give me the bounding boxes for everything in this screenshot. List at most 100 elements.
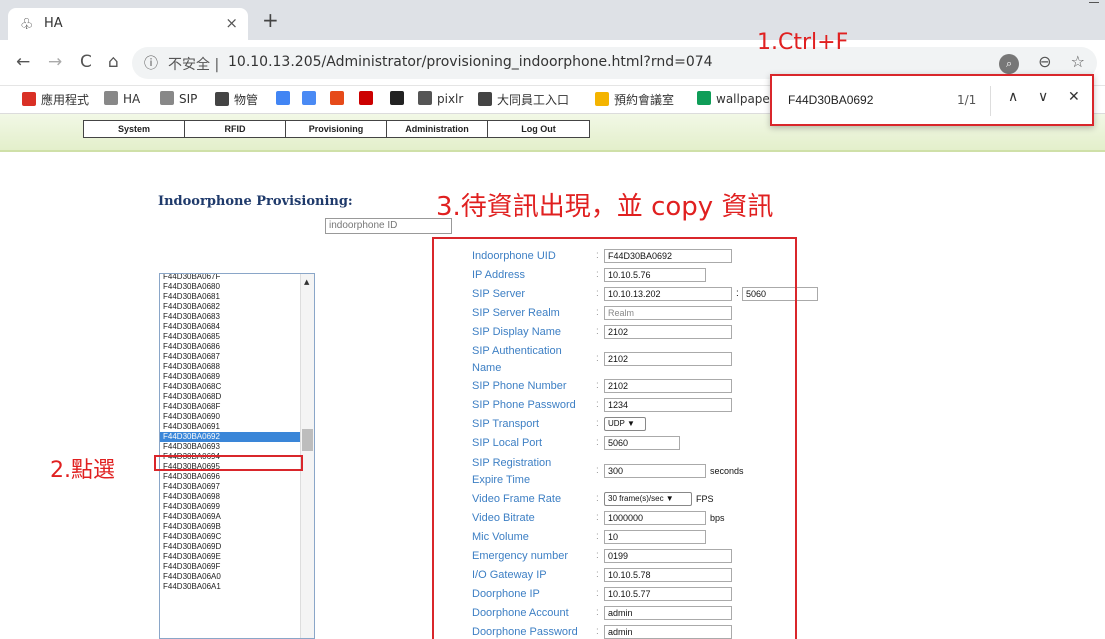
find-close-icon[interactable]: ✕ [1068,89,1080,105]
list-item[interactable]: F44D30BA069C [160,532,300,542]
info-icon[interactable]: ⓘ [144,53,158,73]
home-button[interactable]: ⌂ [108,52,119,72]
bookmark-pixlr[interactable]: pixlr [418,91,463,106]
page-title: Indoorphone Provisioning: [158,194,353,209]
list-item[interactable]: F44D30BA06A0 [160,572,300,582]
scroll-thumb[interactable] [302,429,313,451]
bookmark-label: HA [123,92,141,106]
list-item[interactable]: F44D30BA0686 [160,342,300,352]
insecure-label: 不安全 | [168,57,220,73]
forward-button[interactable]: → [48,52,62,72]
bookmark-物管[interactable]: 物管 [215,91,258,108]
tab-close-button[interactable]: × [225,14,238,32]
bookmark-HA[interactable]: HA [104,91,140,106]
find-prev-icon[interactable]: ∧ [1008,89,1018,105]
annotation-step3: 3.待資訊出現，並 copy 資訊 [436,192,774,222]
bookmark-player-icon[interactable] [390,91,409,106]
office-icon [330,91,344,105]
pixlr-icon [418,91,432,105]
cnn-icon [359,91,373,105]
menu-system[interactable]: System [84,121,185,137]
zoom-icon[interactable]: ⊖ [1038,52,1051,71]
main-menu: System RFID Provisioning Administration … [83,120,590,138]
bookmark-應用程式[interactable]: 應用程式 [22,91,89,108]
wallpaper-icon [697,91,711,105]
list-item[interactable]: F44D30BA0689 [160,372,300,382]
new-tab-button[interactable]: + [262,8,279,32]
bookmark-label: 大同員工入口 [497,93,570,107]
bookmark-wallpaper[interactable]: wallpaper [697,91,775,106]
scroll-up-arrow-icon[interactable]: ▲ [304,278,309,286]
find-divider [990,86,991,116]
list-item[interactable]: F44D30BA0680 [160,282,300,292]
list-item[interactable]: F44D30BA068D [160,392,300,402]
annotation-step1: 1.Ctrl+F [757,30,849,55]
ha-logo-icon [104,91,118,105]
menu-logout[interactable]: Log Out [488,121,589,137]
list-item[interactable]: F44D30BA0682 [160,302,300,312]
list-item[interactable]: F44D30BA0699 [160,502,300,512]
bookmark-大同員工入口[interactable]: 大同員工入口 [478,91,569,108]
list-item[interactable]: F44D30BA0684 [160,322,300,332]
list-item[interactable]: F44D30BA069A [160,512,300,522]
list-item[interactable]: F44D30BA0696 [160,472,300,482]
list-item[interactable]: F44D30BA067F [160,274,300,282]
indoorphone-id-search[interactable]: indoorphone ID [325,218,452,234]
bookmark-label: 應用程式 [41,93,90,107]
sip-logo-icon [160,91,174,105]
globe-icon [215,92,229,106]
list-item[interactable]: F44D30BA0691 [160,422,300,432]
minimize-button[interactable] [1089,2,1099,3]
menu-administration[interactable]: Administration [387,121,488,137]
list-item[interactable]: F44D30BA0698 [160,492,300,502]
list-item[interactable]: F44D30BA0685 [160,332,300,342]
reload-button[interactable]: C [80,52,92,72]
list-item[interactable]: F44D30BA068F [160,402,300,412]
tab-title: HA [44,16,63,31]
bookmark-label: pixlr [437,92,464,106]
list-item[interactable]: F44D30BA0690 [160,412,300,422]
menu-rfid[interactable]: RFID [185,121,286,137]
find-bar: F44D30BA0692 1/1 ∧ ∨ ✕ [770,74,1094,126]
menu-provisioning[interactable]: Provisioning [286,121,387,137]
bookmark-label: SIP [179,92,198,106]
list-item[interactable]: F44D30BA0683 [160,312,300,322]
bookmark-google-icon[interactable] [276,91,295,106]
google-icon [276,91,290,105]
bookmark-預約會議室[interactable]: 預約會議室 [595,91,674,108]
apps-grid-icon [22,92,36,106]
ha-favicon-icon: ♧ [20,15,34,33]
browser-tab[interactable]: ♧ HA × [8,8,248,40]
url-text[interactable]: 10.10.13.205/Administrator/provisioning_… [228,54,713,70]
player-icon [390,91,404,105]
list-item[interactable]: F44D30BA06A1 [160,582,300,592]
list-item[interactable]: F44D30BA0692 [160,432,300,442]
tab-strip: ♧ HA × + [0,0,1105,40]
bookmark-label: 物管 [234,93,259,107]
bookmark-SIP[interactable]: SIP [160,91,197,106]
list-item[interactable]: F44D30BA069D [160,542,300,552]
find-input[interactable]: F44D30BA0692 [788,93,873,107]
list-item[interactable]: F44D30BA069F [160,562,300,572]
globe-icon [478,92,492,106]
find-icon[interactable]: ⌕ [999,54,1020,74]
header-divider [0,150,1105,152]
list-item[interactable]: F44D30BA0697 [160,482,300,492]
list-item[interactable]: F44D30BA0693 [160,442,300,452]
annotation-step2: 2.點選 [50,458,115,483]
bookmark-cnn-icon[interactable] [359,91,378,106]
list-item[interactable]: F44D30BA069E [160,552,300,562]
find-next-icon[interactable]: ∨ [1038,89,1048,105]
bookmark-office-icon[interactable] [330,91,349,106]
star-icon[interactable]: ☆ [1071,52,1085,71]
list-item[interactable]: F44D30BA0687 [160,352,300,362]
list-item[interactable]: F44D30BA0681 [160,292,300,302]
list-item[interactable]: F44D30BA068C [160,382,300,392]
translate-icon [302,91,316,105]
find-match-count: 1/1 [957,93,977,107]
list-item[interactable]: F44D30BA069B [160,522,300,532]
list-item[interactable]: F44D30BA0688 [160,362,300,372]
back-button[interactable]: ← [16,52,30,72]
annotation-box-selected-item [154,455,303,471]
bookmark-translate-icon[interactable] [302,91,321,106]
